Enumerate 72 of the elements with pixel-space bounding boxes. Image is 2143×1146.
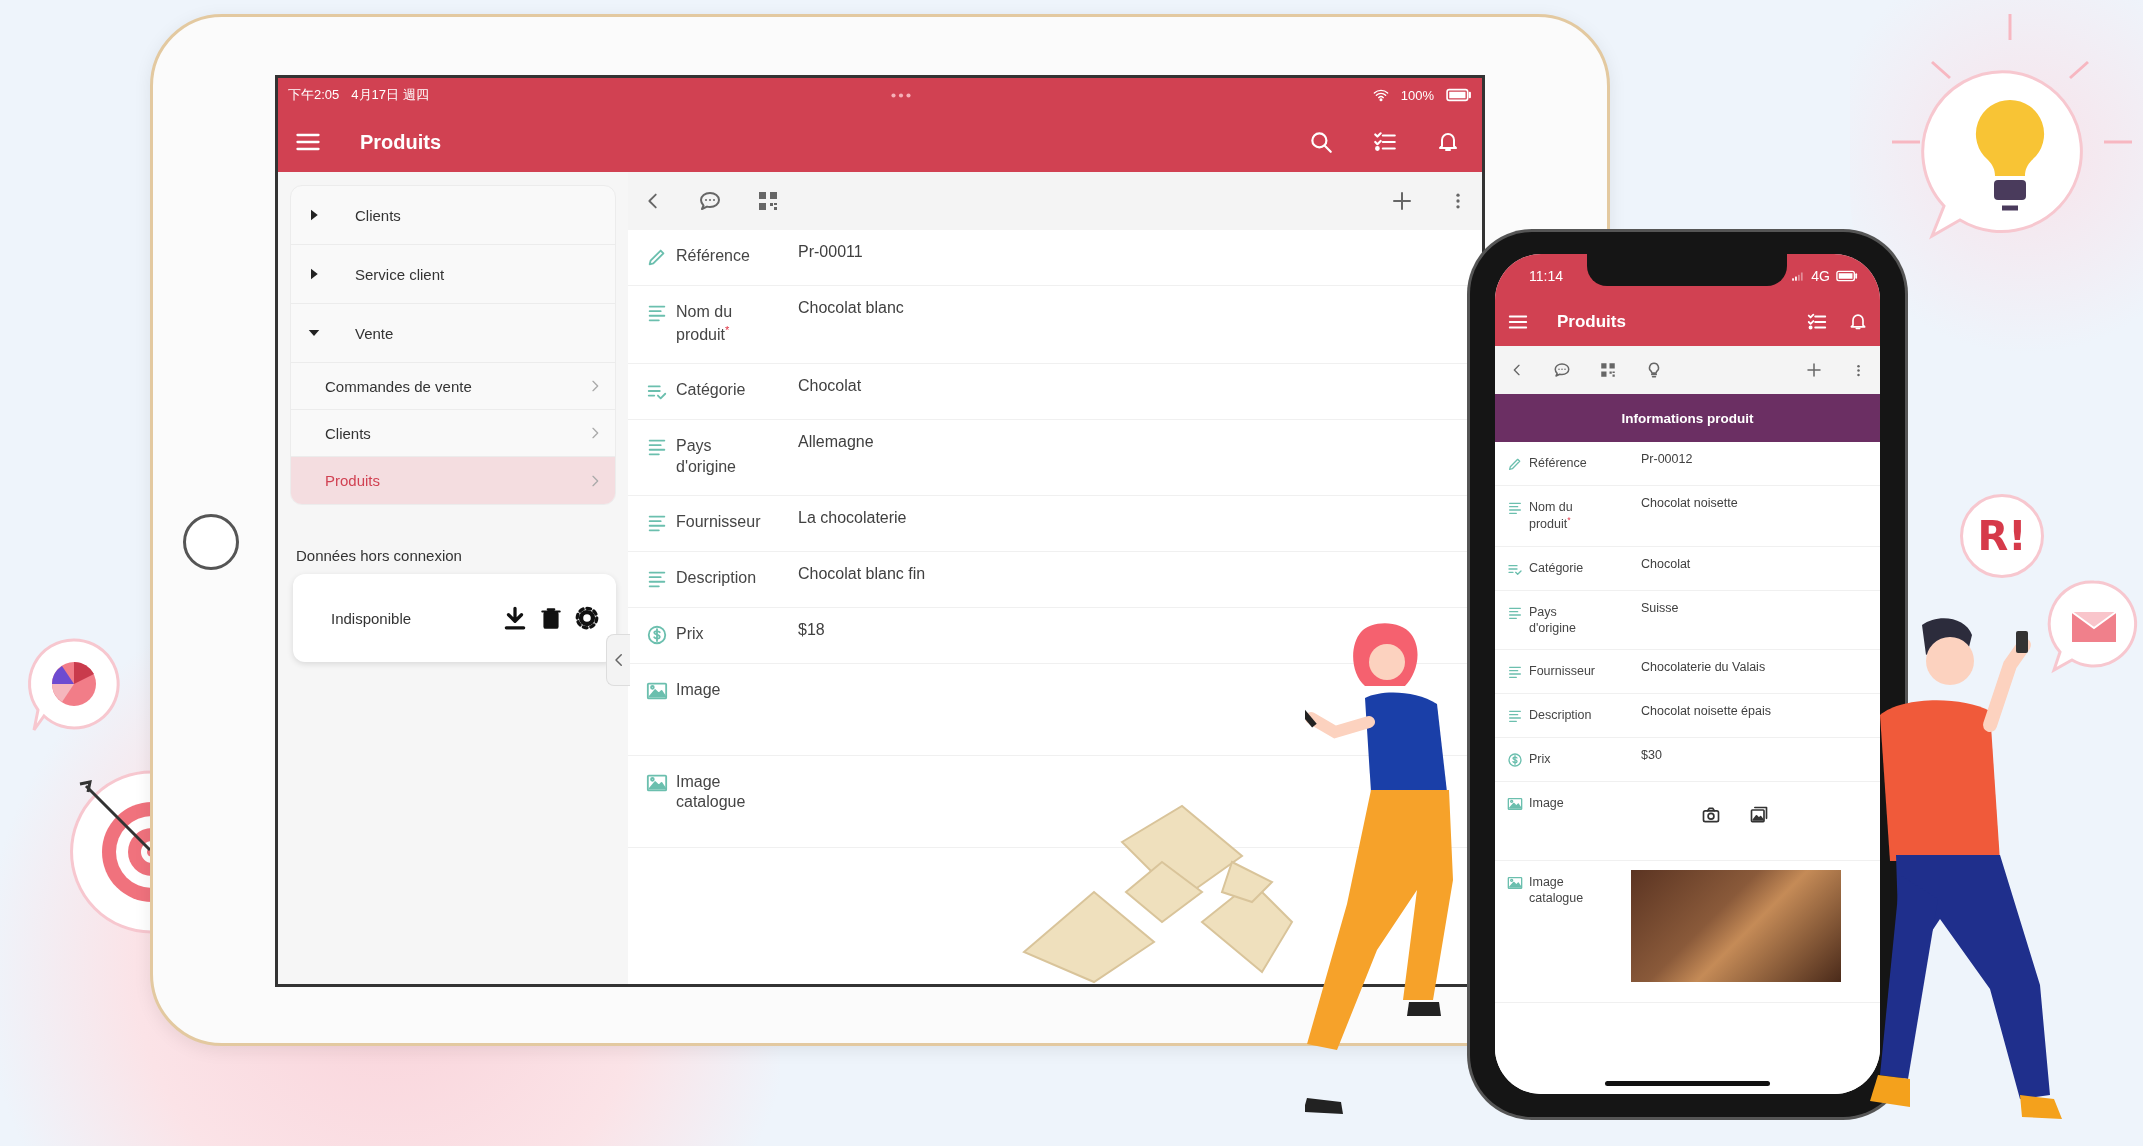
field-value: Chocolat blanc — [798, 298, 904, 318]
bell-icon[interactable] — [1848, 311, 1868, 331]
image-icon — [1507, 875, 1523, 892]
text-lines-icon — [1507, 708, 1523, 725]
download-icon[interactable] — [502, 605, 528, 631]
field-value: $30 — [1641, 747, 1662, 764]
logo-text: R! — [1977, 513, 2027, 559]
home-button[interactable] — [183, 514, 239, 570]
chat-icon[interactable] — [698, 189, 722, 213]
image-icon — [1507, 796, 1523, 813]
wifi-icon — [1372, 87, 1389, 103]
nav-item[interactable]: Service client — [291, 245, 615, 304]
field-value: Chocolat noisette épais — [1641, 703, 1771, 720]
field-label: Fournisseur — [1529, 663, 1596, 680]
nav-subitem[interactable]: Commandes de vente — [291, 363, 615, 410]
field-label: Image catalogue — [1529, 874, 1585, 907]
field-label: Prix — [676, 623, 705, 644]
offline-status: Indisponible — [331, 609, 413, 627]
nav-item[interactable]: Vente — [291, 304, 615, 363]
text-lines-icon — [1507, 664, 1523, 681]
field-label: Référence — [1529, 455, 1588, 472]
field-label: Référence — [676, 246, 751, 266]
settings-icon[interactable] — [574, 605, 600, 631]
nav-item[interactable]: Clients — [291, 186, 615, 245]
battery-percent: 100% — [1400, 87, 1434, 103]
nav-subitem[interactable]: Produits — [291, 457, 615, 504]
field-label: Nom du produit$^{*}$ — [676, 302, 734, 346]
field-label: Pays d'origine — [1529, 603, 1577, 637]
app-title: Produits — [1557, 312, 1627, 332]
text-lines-icon — [1507, 500, 1523, 516]
field-value: Chocolaterie du Valais — [1641, 659, 1766, 676]
section-title: Données hors connexion — [296, 547, 463, 564]
add-icon[interactable] — [1805, 361, 1823, 379]
field-value: Suisse — [1641, 599, 1679, 616]
search-icon[interactable] — [1308, 129, 1334, 155]
qr-code-icon[interactable] — [1599, 361, 1617, 379]
field-label: Pays d'origine — [676, 435, 737, 477]
field-label: Image catalogue — [676, 771, 747, 813]
field-value: Chocolat blanc fin — [798, 563, 926, 584]
field-label: Prix — [1529, 751, 1552, 768]
dollar-icon — [1507, 752, 1523, 769]
app-title: Produits — [360, 130, 443, 154]
field-value: Pr-00011 — [798, 242, 863, 262]
gallery-icon[interactable] — [1749, 805, 1769, 826]
field-value: Chocolat — [1641, 555, 1691, 572]
pencil-icon — [1507, 456, 1523, 472]
camera-icon[interactable] — [1701, 805, 1721, 826]
field-label: Description — [676, 567, 758, 588]
status-date: 4月17日 週四 — [351, 86, 429, 104]
status-time: 下午2:05 — [288, 86, 340, 104]
field-value: $18 — [798, 619, 825, 640]
dollar-icon — [646, 623, 668, 646]
field-label: Description — [1529, 707, 1593, 724]
field-value: La chocolaterie — [798, 507, 907, 528]
field-value: Pr-00012 — [1641, 451, 1693, 468]
field-label: Image — [676, 679, 722, 700]
section-header: Informations produit — [1495, 394, 1880, 442]
field-label: Nom du produit$^{*}$ — [1529, 499, 1574, 533]
field-value: Chocolat noisette — [1641, 495, 1738, 512]
qr-code-icon[interactable] — [756, 189, 780, 213]
add-icon[interactable] — [1390, 189, 1414, 213]
field-label: Fournisseur — [676, 511, 762, 532]
chat-icon[interactable] — [1553, 361, 1571, 379]
field-value: Allemagne — [798, 431, 874, 452]
field-label: Catégorie — [676, 379, 747, 400]
field-label: Image — [1529, 795, 1565, 812]
status-time: 11:14 — [1529, 268, 1563, 284]
field-label: Catégorie — [1529, 559, 1585, 576]
field-value: Chocolat — [798, 375, 862, 396]
more-dots-icon — [890, 92, 911, 98]
network-type: 4G — [1811, 268, 1830, 284]
trash-icon[interactable] — [538, 605, 564, 631]
